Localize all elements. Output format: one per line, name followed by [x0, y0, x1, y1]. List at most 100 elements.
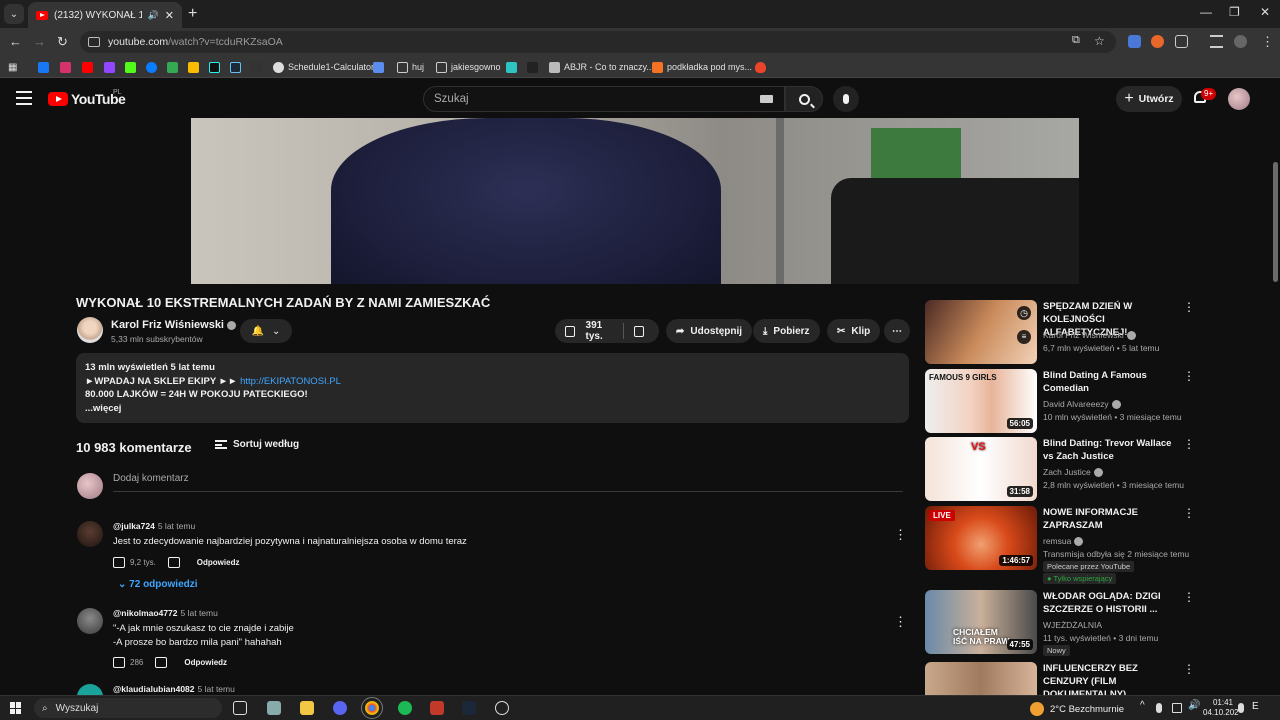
bookmark-site[interactable]: [251, 61, 262, 73]
bookmark-tiktok[interactable]: [209, 61, 220, 73]
profile-icon[interactable]: [1234, 35, 1247, 48]
recommendation-item[interactable]: INFLUENCERZY BEZ CENZURY (FILM DOKUMENTA…: [925, 662, 1190, 695]
thumbs-up-icon[interactable]: [113, 657, 125, 668]
url-input[interactable]: youtube.com/watch?v=tcduRKZsaOA: [80, 31, 1116, 53]
microphone-icon[interactable]: [1156, 703, 1162, 713]
bookmark-twitch[interactable]: [104, 61, 115, 73]
reply-button[interactable]: Odpowiedz: [197, 558, 240, 567]
apps-grid-icon[interactable]: ▦: [8, 61, 17, 73]
bookmark-schedule1[interactable]: Schedule1-Calculator: [273, 61, 374, 73]
recommendation-thumbnail[interactable]: VS 31:58: [925, 437, 1037, 501]
recommendation-title[interactable]: Blind Dating A Famous Comedian: [1043, 369, 1183, 395]
clock[interactable]: 01:41 04.10.202: [1203, 698, 1239, 718]
recommendation-item[interactable]: VS 31:58 Blind Dating: Trevor Wallace vs…: [925, 437, 1195, 501]
bookmark-steam[interactable]: [230, 61, 241, 73]
recommendation-channel[interactable]: Karol Friz Wiśniewski: [1043, 330, 1136, 341]
clip-button[interactable]: ✂ Klip: [827, 319, 881, 343]
tab-search-button[interactable]: ⌄: [4, 4, 24, 24]
notification-center-icon[interactable]: E: [1252, 701, 1266, 715]
more-link[interactable]: ...więcej: [85, 402, 900, 416]
bookmark-document[interactable]: [373, 61, 384, 73]
bookmark-podkladka[interactable]: podkładka pod mys...: [652, 61, 752, 73]
video-player[interactable]: [191, 118, 1079, 284]
recommendation-menu-icon[interactable]: ⋮: [1183, 300, 1195, 314]
bookmark-messenger[interactable]: [146, 61, 157, 73]
spotify-icon[interactable]: [398, 701, 412, 715]
recommendation-item[interactable]: LIVE 1:46:57 NOWE INFORMACJE ZAPRASZAM r…: [925, 506, 1195, 586]
channel-name[interactable]: Karol Friz Wiśniewski: [111, 319, 236, 331]
sort-comments-button[interactable]: Sortuj według: [215, 439, 299, 450]
commenter-avatar[interactable]: [77, 684, 103, 695]
bookmark-dark[interactable]: [527, 61, 538, 73]
recommendation-thumbnail[interactable]: [925, 662, 1037, 695]
recommendation-item[interactable]: CHCIAŁEM IŚĆ NA PRAW 47:55 WŁODAR OGLĄDA…: [925, 590, 1195, 656]
chevron-up-icon[interactable]: ^: [1140, 700, 1150, 714]
create-button[interactable]: + Utwórz: [1116, 86, 1182, 112]
bookmark-kick[interactable]: [125, 61, 136, 73]
close-window-button[interactable]: ✕: [1260, 5, 1270, 19]
bookmark-abjr[interactable]: ABJR - Co to znaczy...: [549, 61, 654, 73]
recommendation-title[interactable]: WŁODAR OGLĄDA: DZIGI SZCZERZE O HISTORII…: [1043, 590, 1183, 616]
steam-icon[interactable]: [462, 701, 476, 715]
commenter-avatar[interactable]: [77, 608, 103, 634]
comment-time[interactable]: 5 lat temu: [158, 521, 195, 531]
close-tab-icon[interactable]: ✕: [165, 9, 174, 22]
watch-later-icon[interactable]: ◷: [1017, 306, 1031, 320]
bookmark-instagram[interactable]: [60, 61, 71, 73]
comment-author[interactable]: @julka724: [113, 521, 155, 531]
search-input[interactable]: Szukaj: [423, 86, 785, 112]
site-info-icon[interactable]: [88, 37, 100, 47]
back-icon[interactable]: ←: [9, 34, 22, 49]
page-scrollbar[interactable]: [1271, 118, 1280, 695]
volume-icon[interactable]: 🔊: [1188, 700, 1202, 714]
search-button[interactable]: [785, 86, 823, 112]
app-icon[interactable]: [430, 701, 444, 715]
recommendation-item[interactable]: FAMOUS 9 GIRLS 56:05 Blind Dating A Famo…: [925, 369, 1195, 433]
more-actions-button[interactable]: ⋯: [884, 319, 910, 343]
translate-extension-icon[interactable]: [1128, 35, 1141, 48]
download-button[interactable]: ⤓ Pobierz: [753, 319, 820, 343]
subscription-bell-button[interactable]: 🔔 ⌄: [240, 319, 292, 343]
extension-icon[interactable]: [1151, 35, 1164, 48]
comment-author[interactable]: @nikolmao4772: [113, 608, 178, 618]
recommendation-thumbnail[interactable]: CHCIAŁEM IŚĆ NA PRAW 47:55: [925, 590, 1037, 654]
recommendation-menu-icon[interactable]: ⋮: [1183, 369, 1195, 383]
recommendation-menu-icon[interactable]: ⋮: [1183, 590, 1195, 604]
voice-search-button[interactable]: [833, 86, 859, 112]
restore-button[interactable]: ❐: [1229, 5, 1240, 19]
share-button[interactable]: ➦ Udostępnij: [666, 319, 753, 343]
chrome-icon[interactable]: [361, 697, 383, 719]
bookmark-photos[interactable]: [188, 61, 199, 73]
like-button[interactable]: 391 tys.: [565, 320, 613, 342]
weather-widget[interactable]: 2°C Bezchmurnie: [1030, 702, 1124, 716]
bookmark-star-icon[interactable]: ☆: [1094, 34, 1105, 48]
add-to-queue-icon[interactable]: ≡: [1017, 330, 1031, 344]
recommendation-channel[interactable]: David Alvareeezy: [1043, 399, 1121, 410]
keyboard-icon[interactable]: [760, 95, 773, 103]
recommendation-title[interactable]: Blind Dating: Trevor Wallace vs Zach Jus…: [1043, 437, 1183, 463]
bookmark-folder-jakiesgowno[interactable]: jakiesgowno: [436, 61, 501, 73]
recommendation-thumbnail[interactable]: ◷ ≡: [925, 300, 1037, 364]
active-tab[interactable]: (2132) WYKONAŁ 10 EKSTREMALNYCH ZADAŃ BY…: [28, 2, 182, 28]
reload-icon[interactable]: ↻: [57, 34, 68, 50]
extensions-puzzle-icon[interactable]: [1175, 35, 1188, 48]
microphone-icon[interactable]: [1238, 703, 1244, 713]
recommendation-item[interactable]: ◷ ≡ SPĘDZAM DZIEŃ W KOLEJNOŚCI ALFABETYC…: [925, 300, 1195, 364]
network-icon[interactable]: [1172, 703, 1182, 713]
recommendation-title[interactable]: NOWE INFORMACJE ZAPRASZAM: [1043, 506, 1183, 532]
comment-author[interactable]: @klaudialubian4082: [113, 684, 195, 694]
bookmark-youtube[interactable]: [82, 61, 93, 73]
comment-time[interactable]: 5 lat temu: [198, 684, 235, 694]
recommendation-thumbnail[interactable]: FAMOUS 9 GIRLS 56:05: [925, 369, 1037, 433]
recommendation-menu-icon[interactable]: ⋮: [1183, 437, 1195, 451]
file-explorer-icon[interactable]: [300, 701, 314, 715]
thumbs-down-icon[interactable]: [167, 557, 180, 568]
forward-icon[interactable]: →: [33, 34, 46, 49]
comment-menu-icon[interactable]: ⋮: [894, 527, 907, 543]
audio-icon[interactable]: 🔊: [148, 10, 159, 21]
recommendation-channel[interactable]: Zach Justice: [1043, 467, 1103, 478]
hamburger-menu-icon[interactable]: [16, 91, 32, 105]
show-replies-button[interactable]: ⌄ 72 odpowiedzi: [118, 579, 198, 590]
bookmark-folder-huj[interactable]: huj: [397, 61, 424, 73]
scrollbar-thumb[interactable]: [1273, 162, 1278, 282]
